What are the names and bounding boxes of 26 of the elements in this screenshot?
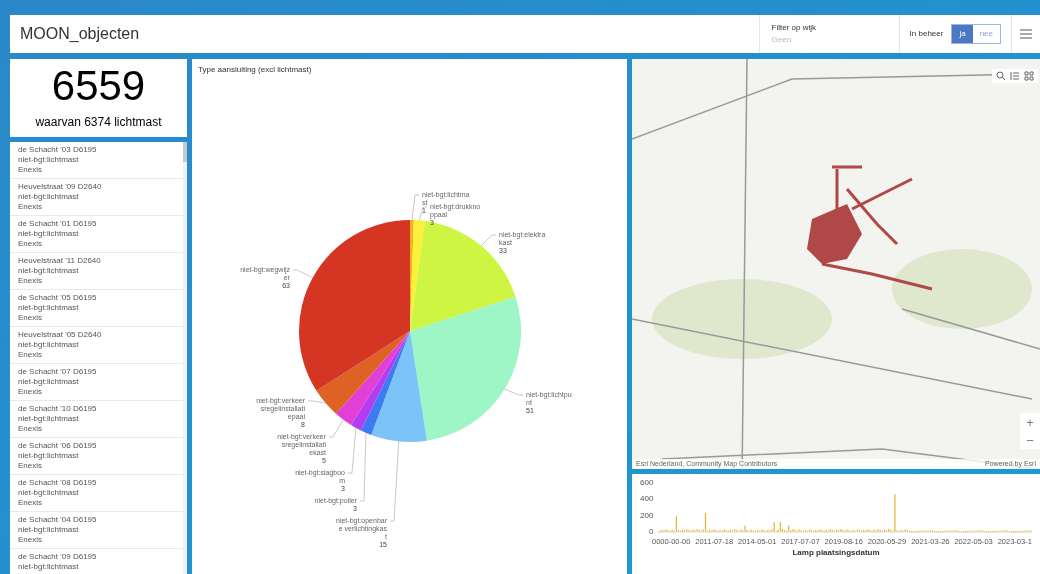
list-item[interactable]: de Schacht '07 D6195 niet-bgt:lichtmast Enexis (10, 364, 183, 400)
axis-tick-label: 0 (648, 527, 654, 536)
list-item[interactable]: Heuvelstraat '09 D2640 niet-bgt:lichtmast Enexis (10, 179, 183, 215)
list-item[interactable]: de Schacht '03 D6195 niet-bgt:lichtmast Enexis (10, 142, 183, 178)
filter-label: Filter op wijk (771, 22, 818, 34)
list-item[interactable]: Heuvelstraat '05 D2640 niet-bgt:lichtmast Enexis (10, 327, 183, 363)
zoom-in-button[interactable]: + (1020, 413, 1040, 431)
toggle-label: In beheer (909, 28, 944, 40)
list-item[interactable]: Heuvelstraat '11 D2640 niet-bgt:lichtmast Enexis (10, 253, 183, 289)
chart-title: Type aansluiting (excl lichtmast) (197, 64, 313, 76)
list-item[interactable]: de Schacht '06 D6195 niet-bgt:lichtmast Enexis (10, 438, 183, 474)
axis-tick-label: 200 (640, 510, 654, 520)
list-item[interactable]: de Schacht '08 D6195 niet-bgt:lichtmast Enexis (10, 475, 183, 511)
list-item[interactable]: de Schacht '10 D6195 niet-bgt:lichtmast Enexis (10, 401, 183, 437)
count-caption: waarvan 6374 lichtmast (35, 114, 162, 131)
zoom-out-button[interactable]: − (1020, 431, 1040, 449)
axis-tick-label: 600 (640, 478, 654, 487)
axis-title: Lamp plaatsingsdatum (791, 547, 881, 560)
list-item[interactable]: de Schacht '01 D6195 niet-bgt:lichtmast Enexis (10, 216, 183, 252)
axis-tick-label: 400 (640, 494, 654, 504)
list-item[interactable]: de Schacht '04 D6195 niet-bgt:lichtmast Enexis (10, 512, 183, 548)
list-item[interactable]: de Schacht '09 D6195 niet-bgt:lichtmast (10, 549, 183, 574)
list-item[interactable]: de Schacht '05 D6195 niet-bgt:lichtmast Enexis (10, 290, 183, 326)
app-title: MOON_objecten (19, 24, 141, 44)
toggle-option[interactable]: ja (952, 25, 973, 43)
count-value: 6559 (51, 65, 146, 107)
